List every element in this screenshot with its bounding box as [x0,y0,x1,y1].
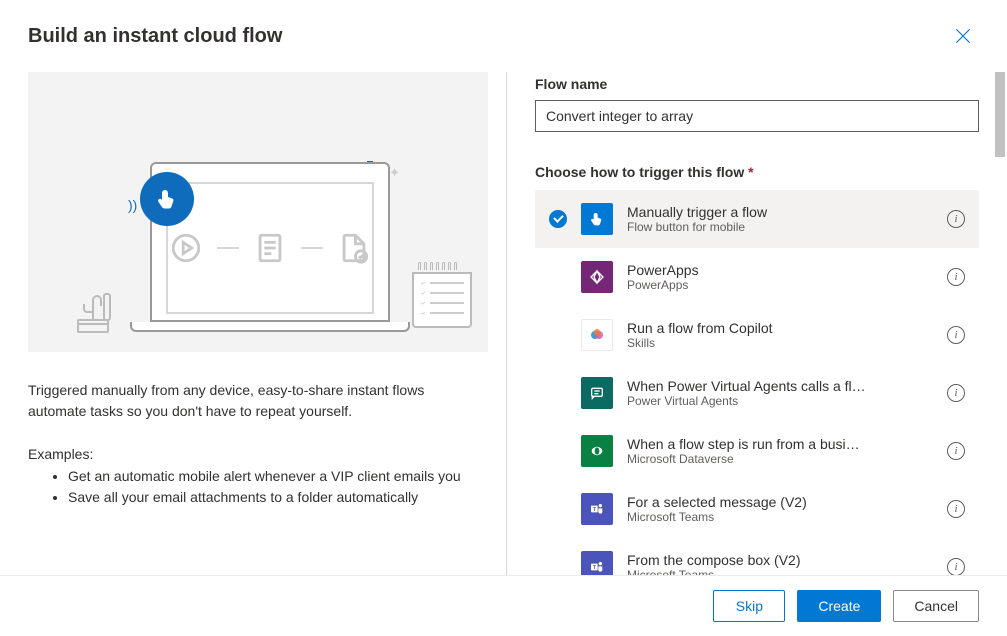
dialog-header: Build an instant cloud flow [0,0,1007,62]
info-icon[interactable]: i [947,558,965,575]
left-panel: )) ✦ [28,72,498,575]
trigger-text: From the compose box (V2)Microsoft Teams [627,552,933,575]
close-icon [954,27,972,45]
skip-button[interactable]: Skip [713,590,785,622]
required-indicator: * [748,164,753,180]
trigger-source: PowerApps [627,278,933,292]
trigger-icon [581,377,613,409]
trigger-icon [581,261,613,293]
trigger-item[interactable]: T For a selected message (V2)Microsoft Te… [535,480,979,538]
trigger-item[interactable]: Manually trigger a flowFlow button for m… [535,190,979,248]
motion-lines-icon: )) [128,197,137,213]
scrollbar[interactable] [993,72,1005,575]
trigger-icon [581,435,613,467]
trigger-item[interactable]: PowerAppsPowerApps i [535,248,979,306]
cactus-icon [68,284,118,334]
info-icon[interactable]: i [947,442,965,460]
trigger-item[interactable]: When a flow step is run from a busi…Micr… [535,422,979,480]
close-button[interactable] [947,20,979,52]
example-item: Save all your email attachments to a fol… [68,487,490,508]
trigger-name: From the compose box (V2) [627,552,933,568]
illustration: )) ✦ [28,72,488,352]
trigger-icon [581,319,613,351]
flow-name-label: Flow name [535,72,979,92]
examples-list: Get an automatic mobile alert whenever a… [28,466,490,508]
info-icon[interactable]: i [947,500,965,518]
trigger-name: For a selected message (V2) [627,494,933,510]
create-button[interactable]: Create [797,590,881,622]
trigger-icon [581,203,613,235]
trigger-source: Skills [627,336,933,350]
example-item: Get an automatic mobile alert whenever a… [68,466,490,487]
trigger-text: When Power Virtual Agents calls a fl…Pow… [627,378,933,408]
trigger-section-label: Choose how to trigger this flow * [535,164,979,180]
dialog-footer: Skip Create Cancel [0,575,1007,636]
trigger-name: When a flow step is run from a busi… [627,436,933,452]
vertical-separator [506,72,507,575]
trigger-icon: T [581,493,613,525]
trigger-item[interactable]: Run a flow from CopilotSkillsi [535,306,979,364]
trigger-icon: T [581,551,613,575]
cancel-button[interactable]: Cancel [893,590,979,622]
trigger-name: Run a flow from Copilot [627,320,933,336]
document-check-icon [337,229,371,267]
trigger-item[interactable]: When Power Virtual Agents calls a fl…Pow… [535,364,979,422]
trigger-list: Manually trigger a flowFlow button for m… [535,190,979,575]
trigger-radio-checked[interactable] [549,210,567,228]
info-icon[interactable]: i [947,268,965,286]
trigger-text: Run a flow from CopilotSkills [627,320,933,350]
trigger-text: PowerAppsPowerApps [627,262,933,292]
info-icon[interactable]: i [947,326,965,344]
trigger-item[interactable]: T From the compose box (V2)Microsoft Team… [535,538,979,575]
description-text: Triggered manually from any device, easy… [28,380,468,422]
info-icon[interactable]: i [947,210,965,228]
touch-icon [140,172,194,226]
examples-label: Examples: [28,446,490,462]
trigger-source: Flow button for mobile [627,220,933,234]
dialog-body: )) ✦ [0,62,1007,575]
dialog-title: Build an instant cloud flow [28,25,282,48]
play-icon [169,229,203,267]
trigger-name: PowerApps [627,262,933,278]
trigger-text: Manually trigger a flowFlow button for m… [627,204,933,234]
trigger-source: Microsoft Teams [627,510,933,524]
trigger-source: Power Virtual Agents [627,394,933,408]
document-icon [253,229,287,267]
trigger-name: Manually trigger a flow [627,204,933,220]
trigger-text: When a flow step is run from a busi…Micr… [627,436,933,466]
info-icon[interactable]: i [947,384,965,402]
trigger-source: Microsoft Teams [627,568,933,575]
instant-flow-dialog: Build an instant cloud flow )) ✦ [0,0,1007,636]
trigger-source: Microsoft Dataverse [627,452,933,466]
flow-name-input[interactable] [535,100,979,132]
notepad-icon [412,262,472,332]
right-panel: Flow name Choose how to trigger this flo… [515,72,999,575]
trigger-text: For a selected message (V2)Microsoft Tea… [627,494,933,524]
trigger-name: When Power Virtual Agents calls a fl… [627,378,933,394]
scrollbar-thumb[interactable] [995,72,1005,157]
